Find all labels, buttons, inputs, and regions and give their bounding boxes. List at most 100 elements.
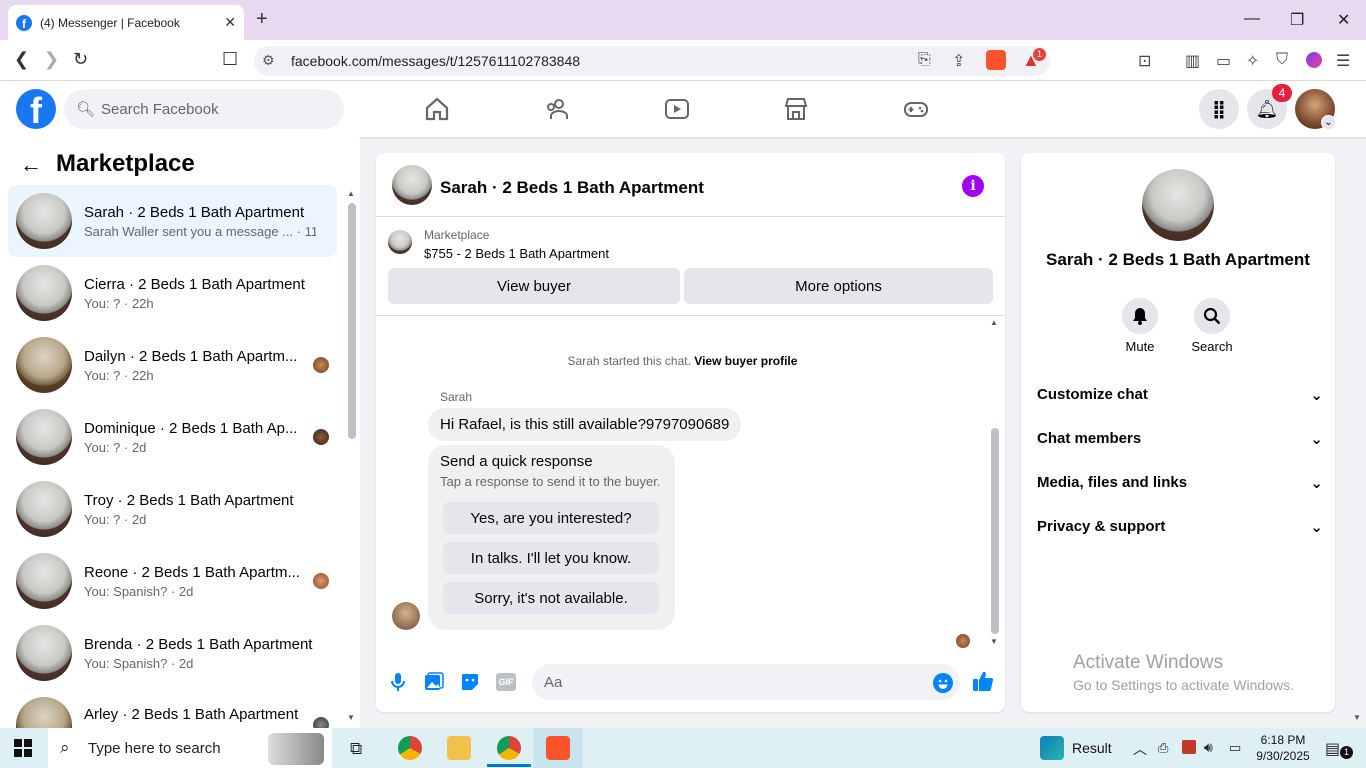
microphone-icon[interactable] <box>390 672 406 692</box>
listing-price[interactable]: $755 - 2 Beds 1 Bath Apartment <box>424 246 609 261</box>
conversation-item-arley[interactable]: Arley · 2 Beds 1 Bath Apartment <box>8 689 337 728</box>
back-arrow-icon[interactable]: ← <box>20 152 42 178</box>
install-app-icon[interactable]: ⎘ <box>918 51 931 69</box>
conversation-item-dominique[interactable]: Dominique · 2 Beds 1 Bath Ap... You: ? · … <box>8 401 337 473</box>
chevron-down-icon: ⌄ <box>1310 387 1323 404</box>
conversation-item-brenda[interactable]: Brenda · 2 Beds 1 Bath Apartment You: Spa… <box>8 617 337 689</box>
network-icon[interactable]: ▭ <box>1229 740 1241 756</box>
conversation-item-reone[interactable]: Reone · 2 Beds 1 Bath Apartm... You: Span… <box>8 545 337 617</box>
conversation-item-sarah[interactable]: Sarah · 2 Beds 1 Bath Apartment Sarah Wal… <box>8 185 337 257</box>
sticker-icon[interactable] <box>460 672 480 692</box>
section-privacy-support[interactable]: Privacy & support ⌄ <box>1037 518 1323 536</box>
message-input[interactable]: Aa <box>532 664 960 700</box>
details-name: Sarah · 2 Beds 1 Bath Apartment <box>1046 250 1310 269</box>
sidebar-scrollbar[interactable] <box>348 203 356 439</box>
section-media-files-links[interactable]: Media, files and links ⌄ <box>1037 474 1323 492</box>
video-icon[interactable] <box>662 96 692 122</box>
weather-text[interactable]: Result <box>1072 740 1112 756</box>
tab-title: (4) Messenger | Facebook <box>40 15 180 30</box>
vpn-icon[interactable]: ⛉ <box>1276 51 1288 69</box>
back-icon[interactable]: ❮ <box>14 49 29 70</box>
wallet-icon[interactable]: ▭ <box>1216 51 1231 71</box>
profile-icon[interactable] <box>1306 52 1322 68</box>
scroll-down-icon[interactable]: ▼ <box>990 637 998 646</box>
url-text[interactable]: facebook.com/messages/t/1257611102783848 <box>291 53 580 69</box>
home-icon[interactable] <box>422 96 452 122</box>
mute-button[interactable] <box>1122 298 1158 334</box>
menu-grid-icon[interactable]: ⣿ <box>1199 89 1239 129</box>
search-chat-button[interactable] <box>1194 298 1230 334</box>
listing-thumbnail <box>16 337 72 393</box>
section-customize-chat[interactable]: Customize chat ⌄ <box>1037 386 1323 404</box>
meet-now-icon[interactable]: ⎙ <box>1158 740 1168 756</box>
sender-avatar[interactable] <box>392 602 420 630</box>
site-info-icon[interactable]: ⚙ <box>262 52 275 69</box>
brave-icon[interactable] <box>546 736 570 760</box>
friends-icon[interactable] <box>542 96 572 122</box>
conversation-name: Dailyn · 2 Beds 1 Bath Apartm... <box>84 347 298 365</box>
volume-icon[interactable]: 🔊︎ <box>1204 739 1213 756</box>
emoji-icon[interactable] <box>933 673 953 693</box>
photo-icon[interactable] <box>424 672 444 692</box>
menu-icon[interactable]: ☰ <box>1336 51 1350 71</box>
chevron-down-icon[interactable]: ⌄ <box>1321 115 1336 130</box>
new-tab-icon[interactable]: + <box>256 8 268 31</box>
share-icon[interactable]: ⇪ <box>952 51 965 71</box>
search-tab-icon[interactable]: ⊡ <box>1138 51 1151 71</box>
adobe-icon[interactable] <box>1182 740 1196 754</box>
chat-avatar[interactable] <box>392 165 432 205</box>
like-icon[interactable] <box>972 670 994 692</box>
conversation-item-troy[interactable]: Troy · 2 Beds 1 Bath Apartment You: ? · 2… <box>8 473 337 545</box>
section-chat-members[interactable]: Chat members ⌄ <box>1037 430 1323 448</box>
more-options-button[interactable]: More options <box>684 268 993 304</box>
restore-icon[interactable]: ❐ <box>1290 10 1304 30</box>
chat-title[interactable]: Sarah · 2 Beds 1 Bath Apartment <box>440 178 704 198</box>
scroll-down-icon[interactable]: ▼ <box>1353 713 1361 722</box>
search-highlight-icon[interactable] <box>268 733 324 765</box>
sidebar-icon[interactable]: ▥ <box>1185 51 1200 71</box>
view-buyer-button[interactable]: View buyer <box>388 268 680 304</box>
chrome-profile-icon[interactable] <box>497 736 521 760</box>
browser-tab[interactable]: f (4) Messenger | Facebook ✕ <box>8 5 244 40</box>
scroll-down-icon[interactable]: ▼ <box>347 713 355 722</box>
reload-icon[interactable]: ↻ <box>73 49 88 70</box>
chrome-icon[interactable] <box>398 736 422 760</box>
notification-badge: 4 <box>1272 84 1292 102</box>
info-icon[interactable]: i <box>962 175 984 197</box>
conversation-item-cierra[interactable]: Cierra · 2 Beds 1 Bath Apartment You: ? ·… <box>8 257 337 329</box>
close-tab-icon[interactable]: ✕ <box>224 14 236 31</box>
scroll-up-icon[interactable]: ▲ <box>347 189 355 198</box>
windows-start-icon[interactable] <box>14 739 32 757</box>
bookmark-icon[interactable]: ☐ <box>222 49 238 70</box>
details-avatar <box>1142 169 1214 241</box>
taskbar-search-placeholder: Type here to search <box>88 739 221 757</box>
marketplace-icon[interactable] <box>781 96 811 122</box>
chevron-down-icon: ⌄ <box>1310 431 1323 448</box>
quick-reply-in-talks[interactable]: In talks. I'll let you know. <box>443 542 659 574</box>
conversation-preview: You: Spanish? · 2d <box>84 655 194 671</box>
task-view-icon[interactable]: ⧉ <box>350 739 362 759</box>
gif-icon[interactable]: GIF <box>496 673 516 691</box>
minimize-icon[interactable]: — <box>1244 10 1260 28</box>
clock-date: 9/30/2025 <box>1256 749 1310 763</box>
scroll-up-icon[interactable]: ▲ <box>990 318 998 327</box>
forward-icon[interactable]: ❯ <box>44 49 59 70</box>
view-buyer-profile-link[interactable]: View buyer profile <box>694 354 797 368</box>
gaming-icon[interactable] <box>901 96 931 122</box>
quick-reply-not-available[interactable]: Sorry, it's not available. <box>443 582 659 614</box>
active-app-indicator <box>487 764 531 767</box>
taskbar-clock[interactable]: 6:18 PM 9/30/2025 <box>1252 732 1314 764</box>
brave-shield-icon[interactable] <box>986 50 1006 70</box>
chat-scrollbar[interactable] <box>991 428 999 634</box>
search-facebook-input[interactable]: 🔍︎ Search Facebook <box>64 89 344 129</box>
facebook-logo-icon[interactable]: f <box>16 89 56 129</box>
leo-ai-icon[interactable]: ✧ <box>1246 51 1259 71</box>
listing-thumbnail <box>16 697 72 728</box>
conversation-item-dailyn[interactable]: Dailyn · 2 Beds 1 Bath Apartm... You: ? ·… <box>8 329 337 401</box>
quick-reply-interested[interactable]: Yes, are you interested? <box>443 502 659 534</box>
notification-center-icon[interactable]: ▤ <box>1325 739 1340 759</box>
file-explorer-icon[interactable] <box>447 736 471 760</box>
weather-icon[interactable] <box>1040 736 1064 760</box>
chevron-up-icon[interactable]: ︿ <box>1133 739 1147 759</box>
close-window-icon[interactable]: ✕ <box>1337 10 1350 30</box>
